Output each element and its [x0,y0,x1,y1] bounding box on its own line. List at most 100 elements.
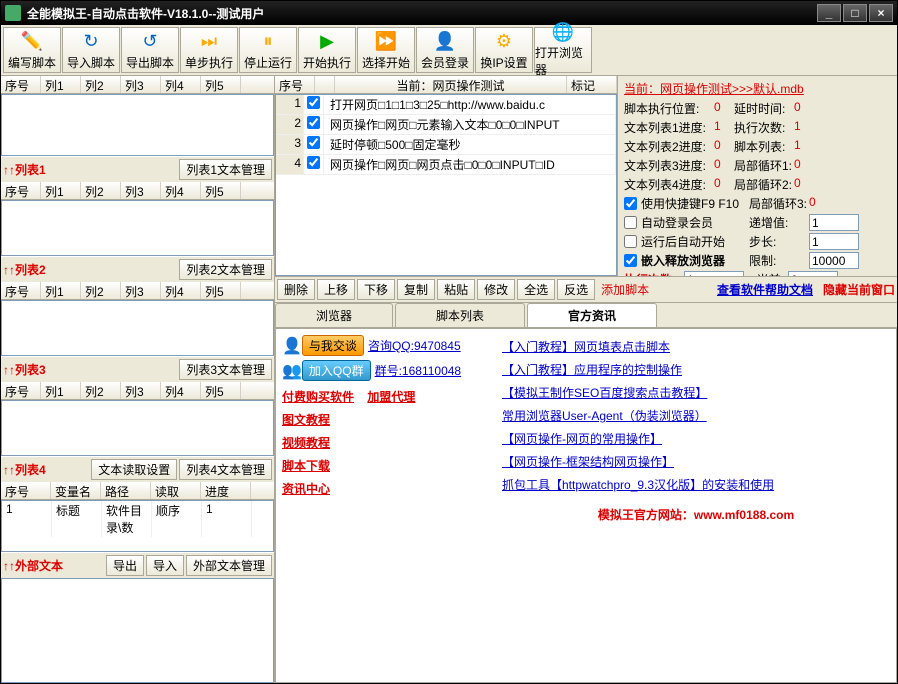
script-col-current: 当前：网页操作测试 [335,76,567,93]
limit-input[interactable] [809,252,859,269]
toolbar-导入脚本[interactable]: ↻导入脚本 [62,27,120,73]
script-list-body[interactable]: 1打开网页□1□1□3□25□http://www.baidu.c2网页操作□网… [275,94,617,276]
stats-title: 当前：网页操作测试>>>默认.mdb [620,78,895,99]
news-center-link[interactable]: 资讯中心 [282,477,502,500]
list3-manage-button[interactable]: 列表3文本管理 [179,359,272,380]
list3-title: ↑↑列表3 [3,361,177,378]
list3-body[interactable] [1,400,274,456]
export-button[interactable]: 导出 [106,555,144,576]
list2-title: ↑↑列表2 [3,261,177,278]
toolbar-开始执行[interactable]: ▶开始执行 [298,27,356,73]
help-link[interactable]: 查看软件帮助文档 [717,281,813,298]
script-col-num: 序号 [275,76,315,93]
toolbar-停止运行[interactable]: ⏸停止运行 [239,27,297,73]
autologin-checkbox[interactable] [624,214,637,231]
action-下移[interactable]: 下移 [357,279,395,300]
hotkey-checkbox[interactable] [624,195,637,212]
list2-manage-button[interactable]: 列表2文本管理 [179,259,272,280]
add-script-link[interactable]: 添加脚本 [601,281,649,298]
list4-manage-button[interactable]: 列表4文本管理 [179,459,272,480]
action-上移[interactable]: 上移 [317,279,355,300]
external-manage-button[interactable]: 外部文本管理 [186,555,272,576]
action-修改[interactable]: 修改 [477,279,515,300]
buy-link[interactable]: 付费购买软件 [282,385,354,408]
action-bar: 删除上移下移复制粘贴修改全选反选 添加脚本 查看软件帮助文档 隐藏当前窗口 [275,276,897,303]
action-反选[interactable]: 反选 [557,279,595,300]
main-toolbar: ✏️编写脚本↻导入脚本↺导出脚本⏭单步执行⏸停止运行▶开始执行⏩选择开始👤会员登… [1,25,897,76]
tab-browser[interactable]: 浏览器 [275,303,393,327]
main-list-header: 序号列1列2列3列4列5 [1,76,274,94]
tab-official-info[interactable]: 官方资讯 [527,303,657,327]
tabs: 浏览器 脚本列表 官方资讯 [275,303,897,328]
script-row[interactable]: 4网页操作□网页□网页点击□0□0□INPUT□ID [276,155,616,175]
script-col-mark: 标记 [567,76,617,93]
titlebar: 全能模拟王-自动点击软件-V18.1.0--测试用户 _ □ × [1,1,897,25]
script-row[interactable]: 2网页操作□网页□元素输入文本□0□0□INPUT [276,115,616,135]
external-text-body[interactable] [1,578,274,683]
toolbar-icon: ↺ [138,29,162,53]
tutorial-link[interactable]: 【入门教程】网页填表点击脚本 [502,335,890,358]
external-text-title: ↑↑外部文本 [3,557,104,574]
list4-read-settings-button[interactable]: 文本读取设置 [91,459,177,480]
toolbar-icon: ⏭ [197,29,221,53]
list1-title: ↑↑列表1 [3,161,177,178]
import-button[interactable]: 导入 [146,555,184,576]
embed-browser-checkbox[interactable] [624,252,637,269]
tab-content: 👤 与我交谈 咨询QQ:9470845 👥 加入QQ群 群号:168110048… [275,328,897,683]
script-download-link[interactable]: 脚本下载 [282,454,502,477]
tutorial-link[interactable]: 【网页操作-框架结构网页操作】 [502,450,890,473]
tutorial-link[interactable]: 【入门教程】应用程序的控制操作 [502,358,890,381]
script-col-chk [315,76,335,93]
toolbar-icon: ✏️ [20,29,44,53]
toolbar-编写脚本[interactable]: ✏️编写脚本 [3,27,61,73]
step-input[interactable] [809,233,859,250]
tutorial-link[interactable]: 【模拟王制作SEO百度搜索点击教程】 [502,381,890,404]
toolbar-icon: ⏩ [374,29,398,53]
main-list[interactable] [1,94,274,156]
maximize-button[interactable]: □ [843,4,867,22]
list4-body[interactable]: 1标题软件目录\数顺序1 [1,500,274,552]
official-site[interactable]: 模拟王官方网站：www.mf0188.com [502,496,890,533]
stats-panel: 当前：网页操作测试>>>默认.mdb 脚本执行位置:0延时时间:0文本列表1进度… [617,76,897,276]
qq-chat-badge[interactable]: 与我交谈 [302,335,364,356]
qq-group-badge[interactable]: 加入QQ群 [302,360,371,381]
list4-title: ↑↑列表4 [3,461,89,478]
tutorial-link[interactable]: 抓包工具【httpwatchpro_9.3汉化版】的安装和使用 [502,473,890,496]
hide-window-link[interactable]: 隐藏当前窗口 [823,281,895,298]
toolbar-icon: ⚙ [492,29,516,53]
toolbar-导出脚本[interactable]: ↺导出脚本 [121,27,179,73]
video-tutorial-link[interactable]: 视频教程 [282,431,502,454]
action-粘贴[interactable]: 粘贴 [437,279,475,300]
tutorial-link[interactable]: 常用浏览器User-Agent（伪装浏览器） [502,404,890,427]
script-row[interactable]: 3延时停顿□500□固定毫秒 [276,135,616,155]
toolbar-选择开始[interactable]: ⏩选择开始 [357,27,415,73]
agent-link[interactable]: 加盟代理 [367,385,415,408]
toolbar-icon: ▶ [315,29,339,53]
action-全选[interactable]: 全选 [517,279,555,300]
list1-body[interactable] [1,200,274,256]
script-row[interactable]: 1打开网页□1□1□3□25□http://www.baidu.c [276,95,616,115]
window-title: 全能模拟王-自动点击软件-V18.1.0--测试用户 [27,5,817,22]
toolbar-icon: 👤 [433,29,457,53]
action-复制[interactable]: 复制 [397,279,435,300]
toolbar-icon: ↻ [79,29,103,53]
toolbar-icon: ⏸ [256,29,280,53]
toolbar-单步执行[interactable]: ⏭单步执行 [180,27,238,73]
toolbar-会员登录[interactable]: 👤会员登录 [416,27,474,73]
list2-body[interactable] [1,300,274,356]
qq-group-number[interactable]: 群号:168110048 [375,362,462,379]
qq-number[interactable]: 咨询QQ:9470845 [368,337,461,354]
toolbar-icon: 🌐 [551,22,575,43]
autostart-checkbox[interactable] [624,233,637,250]
increment-input[interactable] [809,214,859,231]
tab-script-list[interactable]: 脚本列表 [395,303,525,327]
app-icon [5,5,21,21]
toolbar-打开浏览器[interactable]: 🌐打开浏览器 [534,27,592,73]
tutorial-link[interactable]: 【网页操作-网页的常用操作】 [502,427,890,450]
toolbar-换IP设置[interactable]: ⚙换IP设置 [475,27,533,73]
minimize-button[interactable]: _ [817,4,841,22]
doc-tutorial-link[interactable]: 图文教程 [282,408,502,431]
close-button[interactable]: × [869,4,893,22]
action-删除[interactable]: 删除 [277,279,315,300]
list1-manage-button[interactable]: 列表1文本管理 [179,159,272,180]
